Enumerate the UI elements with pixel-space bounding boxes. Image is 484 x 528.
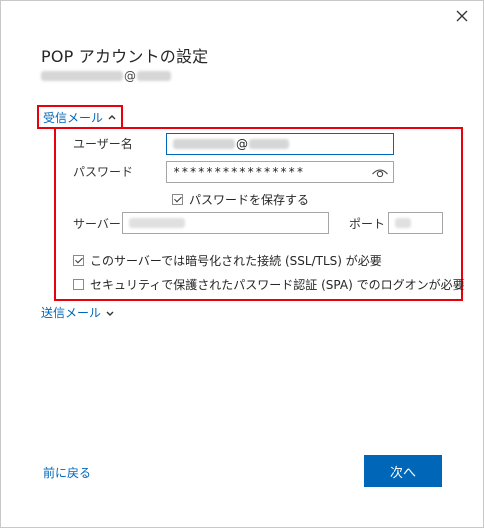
pop-account-dialog: POP アカウントの設定 @ 受信メール ユーザー名 @ パスワード *****…: [0, 0, 484, 528]
close-icon[interactable]: [453, 7, 471, 25]
server-value-redacted: [129, 218, 185, 228]
username-domain-redacted: [249, 139, 289, 149]
username-at-sign: @: [236, 137, 248, 151]
password-field[interactable]: ****************: [166, 161, 394, 183]
username-user-redacted: [173, 139, 235, 149]
save-password-label: パスワードを保存する: [189, 193, 310, 207]
incoming-mail-toggle[interactable]: 受信メール: [37, 105, 124, 129]
chevron-down-icon: [106, 311, 114, 316]
next-button[interactable]: 次へ: [364, 455, 442, 487]
server-field[interactable]: [122, 212, 329, 234]
server-label: サーバー: [73, 217, 121, 231]
incoming-mail-label: 受信メール: [43, 110, 104, 125]
username-label: ユーザー名: [73, 137, 133, 151]
email-user-redacted: [41, 71, 123, 81]
spa-checkbox[interactable]: [73, 279, 84, 290]
password-value: ****************: [173, 165, 305, 179]
ssl-label: このサーバーでは暗号化された接続 (SSL/TLS) が必要: [90, 254, 382, 268]
port-label: ポート: [349, 217, 386, 231]
port-field[interactable]: [388, 212, 443, 234]
eye-icon[interactable]: [371, 165, 389, 179]
email-domain-redacted: [137, 71, 171, 81]
save-password-checkbox-row[interactable]: パスワードを保存する: [172, 191, 309, 208]
username-field[interactable]: @: [166, 133, 394, 155]
password-label: パスワード: [73, 165, 134, 179]
ssl-checkbox-row[interactable]: このサーバーでは暗号化された接続 (SSL/TLS) が必要: [73, 252, 382, 269]
spa-checkbox-row[interactable]: セキュリティで保護されたパスワード認証 (SPA) でのログオンが必要: [73, 276, 465, 293]
back-link[interactable]: 前に戻る: [43, 464, 91, 481]
dialog-title: POP アカウントの設定: [41, 47, 209, 66]
save-password-checkbox[interactable]: [172, 194, 183, 205]
spa-label: セキュリティで保護されたパスワード認証 (SPA) でのログオンが必要: [90, 278, 465, 292]
account-email: @: [41, 69, 171, 83]
outgoing-mail-toggle[interactable]: 送信メール: [41, 304, 115, 321]
port-value-redacted: [395, 218, 411, 228]
ssl-checkbox[interactable]: [73, 255, 84, 266]
outgoing-mail-label: 送信メール: [41, 306, 102, 320]
email-at-sign: @: [124, 69, 136, 83]
chevron-up-icon: [108, 115, 116, 120]
